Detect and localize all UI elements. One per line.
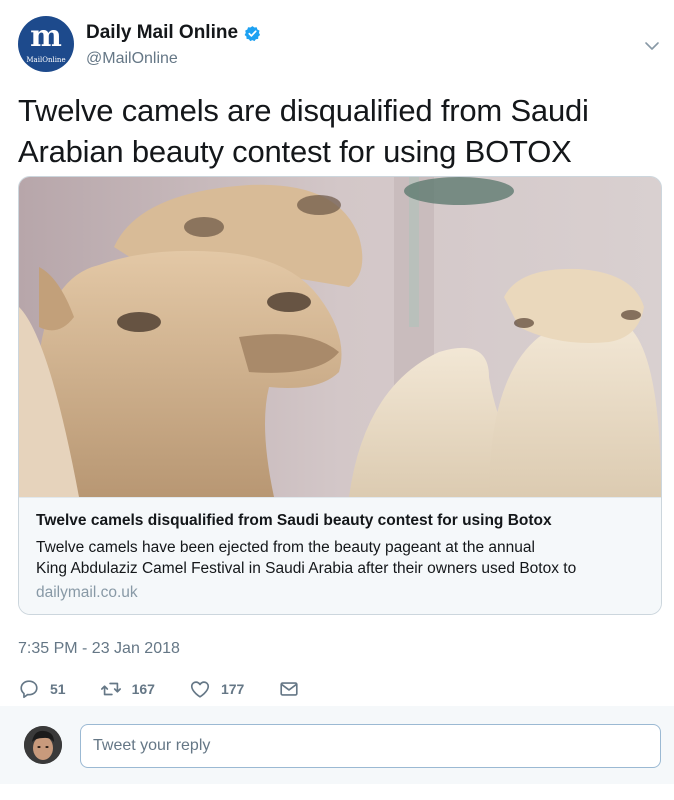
direct-message-button[interactable] bbox=[278, 678, 300, 700]
tweet-text: Twelve camels are disqualified from Saud… bbox=[18, 93, 589, 169]
link-card[interactable]: Twelve camels disqualified from Saudi be… bbox=[18, 176, 662, 615]
retweet-icon bbox=[100, 682, 121, 696]
reply-icon bbox=[20, 680, 38, 699]
account-handle[interactable]: @MailOnline bbox=[86, 50, 178, 68]
reply-composer bbox=[0, 706, 674, 784]
link-card-description-line: Twelve camels have been ejected from the… bbox=[36, 539, 535, 556]
link-card-domain[interactable]: dailymail.co.uk bbox=[36, 584, 138, 602]
like-button[interactable]: 177 bbox=[189, 678, 244, 700]
tweet-actions: 51 167 177 bbox=[18, 675, 334, 703]
retweet-button[interactable]: 167 bbox=[100, 678, 155, 700]
avatar-logo-letter: m bbox=[30, 19, 62, 54]
avatar-logo-sub: MailOnline bbox=[26, 56, 66, 64]
user-avatar[interactable] bbox=[24, 726, 62, 764]
reply-count: 51 bbox=[50, 681, 66, 697]
like-icon bbox=[190, 681, 210, 698]
link-card-description: Twelve camels have been ejected from the… bbox=[36, 537, 646, 579]
account-name[interactable]: Daily Mail Online bbox=[86, 22, 238, 44]
reply-button[interactable]: 51 bbox=[18, 678, 66, 700]
link-card-body[interactable]: Twelve camels disqualified from Saudi be… bbox=[19, 497, 661, 614]
chevron-down-icon[interactable] bbox=[644, 38, 660, 54]
retweet-count: 167 bbox=[131, 681, 155, 697]
link-card-description-line: King Abdulaziz Camel Festival in Saudi A… bbox=[36, 560, 577, 577]
tweet-header: m MailOnline Daily Mail Online @MailOnli… bbox=[18, 16, 664, 76]
link-card-title[interactable]: Twelve camels disqualified from Saudi be… bbox=[36, 512, 552, 530]
tweet-timestamp[interactable]: 7:35 PM - 23 Jan 2018 bbox=[18, 640, 180, 658]
like-count: 177 bbox=[220, 681, 245, 697]
camel-photo[interactable] bbox=[19, 177, 661, 497]
verified-badge-icon bbox=[244, 25, 261, 41]
daily-mail-avatar[interactable]: m MailOnline bbox=[18, 16, 74, 72]
bottom-strip bbox=[0, 784, 674, 800]
account-name-row: Daily Mail Online bbox=[86, 20, 261, 46]
direct-message-icon bbox=[280, 682, 298, 696]
reply-input[interactable] bbox=[80, 724, 661, 768]
